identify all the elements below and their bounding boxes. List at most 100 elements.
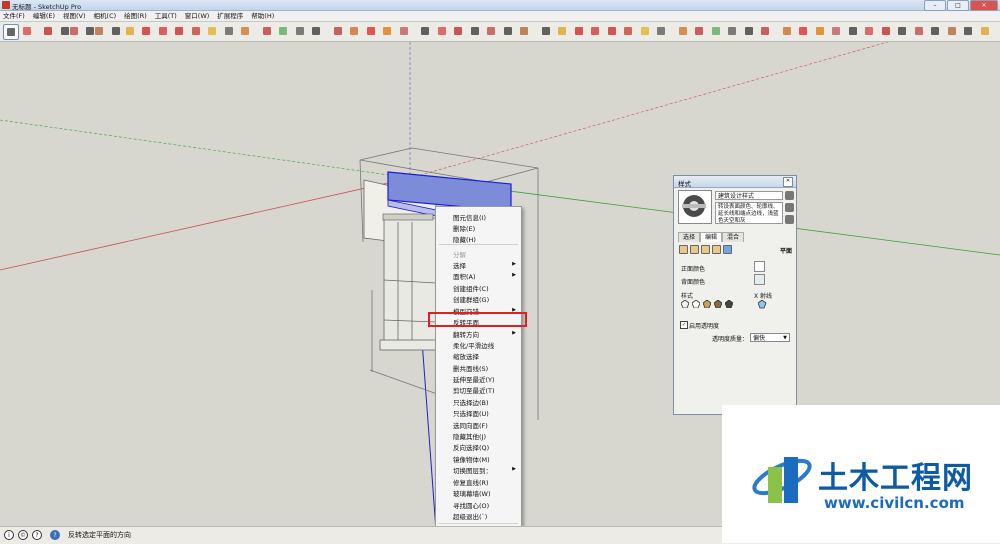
tool-ac-tool-icon[interactable] bbox=[895, 24, 909, 38]
paint-bucket-tool-icon[interactable] bbox=[238, 24, 252, 38]
context-item-18[interactable]: 选同向面(F) bbox=[453, 420, 488, 430]
tool-g-tool-icon[interactable] bbox=[517, 24, 531, 38]
style-description-field[interactable]: 转设表面颜色、轮廓线、延长线和端点边线，浅蓝色天空和灰 bbox=[715, 202, 783, 224]
tool-v-tool-icon[interactable] bbox=[780, 24, 794, 38]
styles-tool-icon[interactable] bbox=[380, 24, 394, 38]
tool-s-tool-icon[interactable] bbox=[725, 24, 739, 38]
context-item-26[interactable]: 超级退出(`) bbox=[453, 511, 487, 521]
tool-ad-tool-icon[interactable] bbox=[912, 24, 926, 38]
tool-f-tool-icon[interactable] bbox=[501, 24, 515, 38]
push-pull-tool-icon[interactable] bbox=[123, 24, 137, 38]
warehouse-tool-icon[interactable] bbox=[331, 24, 345, 38]
tool-z-tool-icon[interactable] bbox=[846, 24, 860, 38]
scale-tool-icon[interactable] bbox=[172, 24, 186, 38]
tool-w-tool-icon[interactable] bbox=[796, 24, 810, 38]
context-item-21[interactable]: 镜像物体(M) bbox=[453, 454, 490, 464]
tool-n-tool-icon[interactable] bbox=[638, 24, 652, 38]
context-item-20[interactable]: 反向选择(Q) bbox=[453, 442, 489, 452]
wireframe-icon[interactable] bbox=[681, 300, 689, 308]
shaded-icon[interactable] bbox=[703, 300, 711, 308]
background-settings-icon[interactable] bbox=[701, 245, 710, 254]
tool-y-tool-icon[interactable] bbox=[829, 24, 843, 38]
tool-o-tool-icon[interactable] bbox=[654, 24, 668, 38]
tab-0[interactable]: 选择 bbox=[678, 232, 701, 242]
rectangle-tool-icon[interactable] bbox=[92, 24, 106, 38]
tool-m-tool-icon[interactable] bbox=[621, 24, 635, 38]
context-item-4[interactable]: 选择 bbox=[453, 260, 466, 270]
menu-item-7[interactable]: 扩展程序 bbox=[217, 11, 243, 21]
menu-item-8[interactable]: 帮助(H) bbox=[251, 11, 274, 21]
menu-item-0[interactable]: 文件(F) bbox=[3, 11, 25, 21]
tool-p-tool-icon[interactable] bbox=[676, 24, 690, 38]
tool-c-tool-icon[interactable] bbox=[451, 24, 465, 38]
context-item-13[interactable]: 删共面线(S) bbox=[453, 363, 488, 373]
close-button[interactable]: ✕ bbox=[970, 0, 998, 11]
instructor-icon[interactable]: ? bbox=[50, 530, 60, 540]
context-item-10[interactable]: 翻转方向 bbox=[453, 329, 479, 339]
menu-item-3[interactable]: 相机(C) bbox=[94, 11, 117, 21]
context-item-6[interactable]: 创建组件(C) bbox=[453, 283, 489, 293]
tool-q-tool-icon[interactable] bbox=[692, 24, 706, 38]
styles-panel-header[interactable]: 样式 ✕ bbox=[674, 176, 796, 188]
monochrome-icon[interactable] bbox=[725, 300, 733, 308]
tool-ah-tool-icon[interactable] bbox=[978, 24, 992, 38]
edge-settings-icon[interactable] bbox=[679, 245, 688, 254]
context-item-12[interactable]: 缩放选择 bbox=[453, 351, 479, 361]
info-icon[interactable]: i bbox=[4, 530, 14, 540]
orbit-tool-icon[interactable] bbox=[260, 24, 274, 38]
transparency-checkbox[interactable]: ✓ bbox=[680, 321, 688, 329]
tool-k-tool-icon[interactable] bbox=[588, 24, 602, 38]
tool-j-tool-icon[interactable] bbox=[572, 24, 586, 38]
context-item-17[interactable]: 只选择面(U) bbox=[453, 408, 489, 418]
context-item-1[interactable]: 删除(E) bbox=[453, 223, 475, 233]
credits-icon[interactable]: © bbox=[18, 530, 28, 540]
context-item-19[interactable]: 隐藏其他(J) bbox=[453, 431, 486, 441]
panel-close-icon[interactable]: ✕ bbox=[783, 177, 793, 187]
tool-aa-tool-icon[interactable] bbox=[862, 24, 876, 38]
watermark-settings-icon[interactable] bbox=[712, 245, 721, 254]
tool-l-tool-icon[interactable] bbox=[605, 24, 619, 38]
tool-b-tool-icon[interactable] bbox=[435, 24, 449, 38]
tab-1[interactable]: 编辑 bbox=[700, 232, 723, 242]
tape-measure-tool-icon[interactable] bbox=[205, 24, 219, 38]
context-item-23[interactable]: 修复直线(R) bbox=[453, 477, 489, 487]
pencil-tool-icon[interactable] bbox=[41, 24, 55, 38]
tool-ab-tool-icon[interactable] bbox=[879, 24, 893, 38]
context-item-15[interactable]: 剪切至最近(T) bbox=[453, 385, 495, 395]
menu-item-1[interactable]: 编辑(E) bbox=[33, 11, 55, 21]
context-item-5[interactable]: 面积(A) bbox=[453, 271, 476, 281]
menu-item-4[interactable]: 绘图(R) bbox=[124, 11, 147, 21]
tab-2[interactable]: 混合 bbox=[722, 232, 745, 242]
modeling-settings-icon[interactable] bbox=[723, 245, 732, 254]
menu-item-2[interactable]: 视图(V) bbox=[63, 11, 86, 21]
face-settings-icon[interactable] bbox=[690, 245, 699, 254]
tool-ag-tool-icon[interactable] bbox=[961, 24, 975, 38]
zoom-tool-icon[interactable] bbox=[293, 24, 307, 38]
select-tool-icon[interactable] bbox=[3, 24, 19, 40]
tool-x-tool-icon[interactable] bbox=[813, 24, 827, 38]
tool-i-tool-icon[interactable] bbox=[555, 24, 569, 38]
paint-style-icon[interactable] bbox=[785, 203, 794, 212]
zoom-extents-tool-icon[interactable] bbox=[309, 24, 323, 38]
tool-h-tool-icon[interactable] bbox=[539, 24, 553, 38]
extension-warehouse-tool-icon[interactable] bbox=[347, 24, 361, 38]
xray-icon[interactable] bbox=[758, 300, 767, 309]
refresh-icon[interactable] bbox=[785, 215, 794, 224]
tool-r-tool-icon[interactable] bbox=[709, 24, 723, 38]
tool-e-tool-icon[interactable] bbox=[484, 24, 498, 38]
move-tool-icon[interactable] bbox=[139, 24, 153, 38]
minimize-button[interactable]: – bbox=[924, 0, 946, 11]
offset-tool-icon[interactable] bbox=[189, 24, 203, 38]
context-item-7[interactable]: 创建群组(G) bbox=[453, 294, 489, 304]
back-color-swatch[interactable] bbox=[754, 274, 765, 285]
hidden-line-icon[interactable] bbox=[692, 300, 700, 308]
rectangle-menu-tool-icon[interactable] bbox=[109, 24, 123, 38]
layout-tool-icon[interactable] bbox=[397, 24, 411, 38]
transparency-quality-select[interactable]: 偏快 ▼ bbox=[750, 333, 790, 342]
context-item-11[interactable]: 柔化/平滑边线 bbox=[453, 340, 494, 350]
context-item-24[interactable]: 玻璃幕墙(W) bbox=[453, 488, 491, 498]
tool-t-tool-icon[interactable] bbox=[742, 24, 756, 38]
text-tool-icon[interactable] bbox=[222, 24, 236, 38]
user-icon[interactable]: ? bbox=[32, 530, 42, 540]
rotate-tool-icon[interactable] bbox=[156, 24, 170, 38]
